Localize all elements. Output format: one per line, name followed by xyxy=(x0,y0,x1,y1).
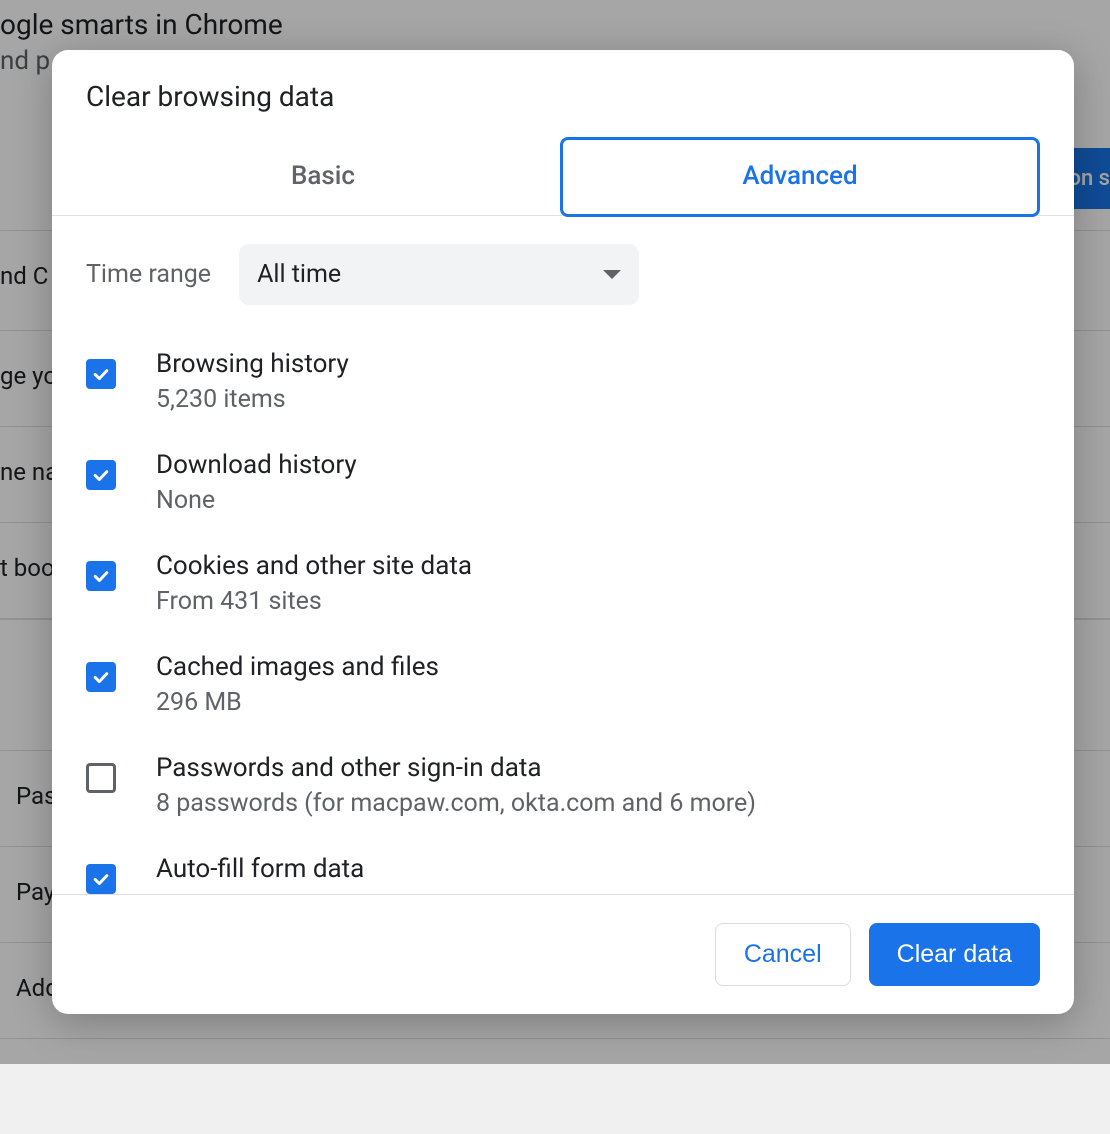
option-subtitle: From 431 sites xyxy=(156,587,472,616)
option-subtitle: 8 passwords (for macpaw.com, okta.com an… xyxy=(156,789,756,818)
dialog-footer: Cancel Clear data xyxy=(52,894,1074,1014)
option-checkbox[interactable] xyxy=(86,763,116,793)
time-range-row: Time range All time xyxy=(86,244,1040,305)
tab-basic[interactable]: Basic xyxy=(86,137,560,215)
dialog-tabs: Basic Advanced xyxy=(52,137,1074,216)
option-text: Auto-fill form data xyxy=(156,854,364,884)
check-icon xyxy=(91,465,111,485)
option-title: Auto-fill form data xyxy=(156,854,364,884)
option-row: Cookies and other site data From 431 site… xyxy=(86,551,1040,616)
option-text: Cached images and files 296 MB xyxy=(156,652,439,717)
option-text: Cookies and other site data From 431 site… xyxy=(156,551,472,616)
option-title: Passwords and other sign-in data xyxy=(156,753,756,783)
option-title: Browsing history xyxy=(156,349,349,379)
time-range-value: All time xyxy=(257,260,341,289)
option-row: Browsing history 5,230 items xyxy=(86,349,1040,414)
option-subtitle: 296 MB xyxy=(156,688,439,717)
option-title: Cookies and other site data xyxy=(156,551,472,581)
clear-data-button[interactable]: Clear data xyxy=(869,923,1040,986)
option-subtitle: 5,230 items xyxy=(156,385,349,414)
check-icon xyxy=(91,667,111,687)
check-icon xyxy=(91,566,111,586)
option-text: Browsing history 5,230 items xyxy=(156,349,349,414)
option-checkbox[interactable] xyxy=(86,359,116,389)
option-row: Download history None xyxy=(86,450,1040,515)
option-row: Cached images and files 296 MB xyxy=(86,652,1040,717)
time-range-select[interactable]: All time xyxy=(239,244,639,305)
option-checkbox[interactable] xyxy=(86,662,116,692)
option-row: Passwords and other sign-in data 8 passwo… xyxy=(86,753,1040,818)
options-list: Browsing history 5,230 items Download hist… xyxy=(86,339,1040,894)
check-icon xyxy=(91,869,111,889)
dialog-content: Time range All time Browsing history 5,23… xyxy=(52,216,1074,894)
option-title: Download history xyxy=(156,450,357,480)
dialog-title: Clear browsing data xyxy=(52,50,1074,137)
option-row: Auto-fill form data xyxy=(86,854,1040,894)
tab-advanced[interactable]: Advanced xyxy=(560,137,1040,217)
option-title: Cached images and files xyxy=(156,652,439,682)
chevron-down-icon xyxy=(603,270,621,279)
clear-browsing-data-dialog: Clear browsing data Basic Advanced Time … xyxy=(52,50,1074,1014)
option-text: Passwords and other sign-in data 8 passwo… xyxy=(156,753,756,818)
option-checkbox[interactable] xyxy=(86,561,116,591)
cancel-button[interactable]: Cancel xyxy=(715,923,851,986)
option-text: Download history None xyxy=(156,450,357,515)
option-checkbox[interactable] xyxy=(86,460,116,490)
check-icon xyxy=(91,364,111,384)
time-range-label: Time range xyxy=(86,260,211,289)
option-subtitle: None xyxy=(156,486,357,515)
option-checkbox[interactable] xyxy=(86,864,116,894)
